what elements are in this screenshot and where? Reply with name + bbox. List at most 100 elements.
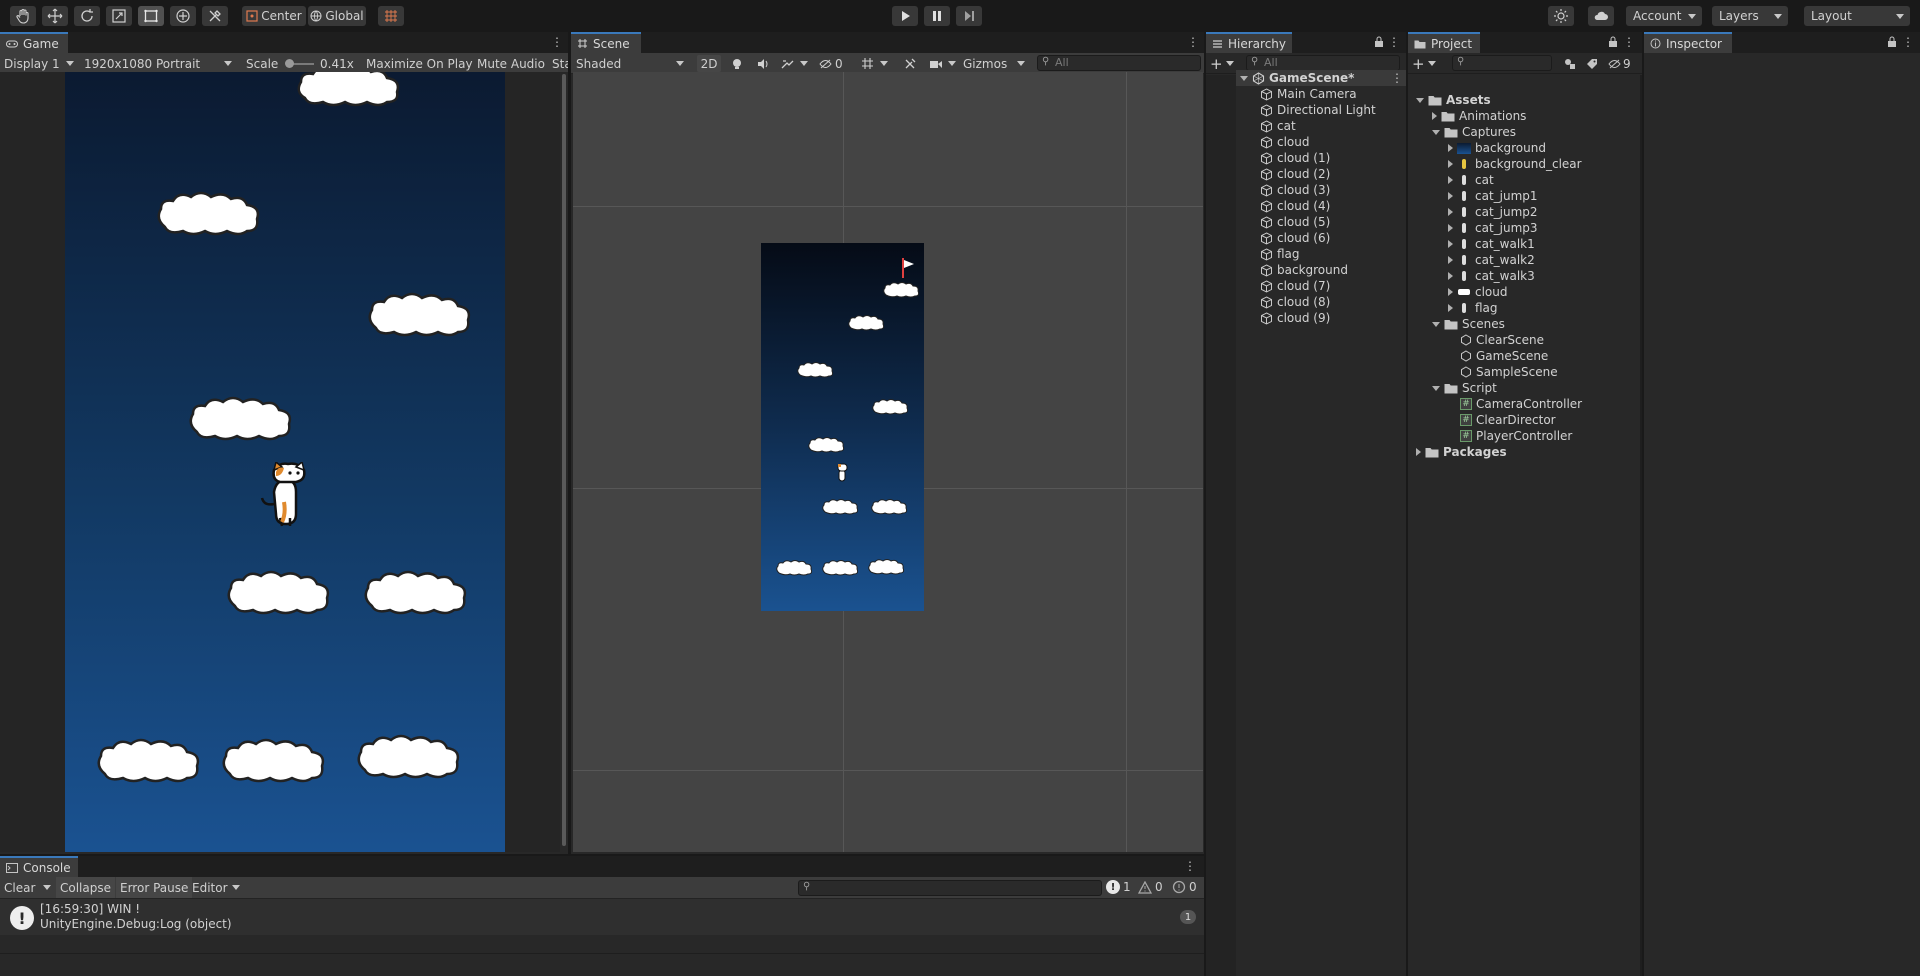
move-tool-button[interactable] xyxy=(42,6,68,26)
hierarchy-item[interactable]: flag xyxy=(1260,246,1300,262)
folder-assets[interactable]: Assets xyxy=(1416,92,1491,108)
fold-arrow-icon[interactable] xyxy=(1416,448,1421,456)
tab-game[interactable]: Game xyxy=(0,32,68,53)
services-button[interactable] xyxy=(1548,6,1574,26)
snap-toggle[interactable] xyxy=(378,6,404,26)
fold-arrow-icon[interactable] xyxy=(1448,224,1453,232)
fold-arrow-icon[interactable] xyxy=(1448,288,1453,296)
audio-toggle[interactable] xyxy=(757,53,769,74)
game-menu-icon[interactable]: ⋮ xyxy=(551,35,563,49)
tools-toggle[interactable] xyxy=(904,53,916,74)
fold-arrow-icon[interactable] xyxy=(1432,129,1440,135)
scene-search-input[interactable]: ⚲ All xyxy=(1037,55,1201,71)
tab-inspector[interactable]: Inspector xyxy=(1644,32,1732,53)
scale-slider-handle[interactable] xyxy=(285,59,294,68)
asset-sprite[interactable]: cloud xyxy=(1448,284,1508,300)
fold-arrow-icon[interactable] xyxy=(1448,208,1453,216)
resolution-dropdown[interactable]: 1920x1080 Portrait xyxy=(84,53,236,74)
fold-arrow-icon[interactable] xyxy=(1448,176,1453,184)
hierarchy-item[interactable]: cloud (7) xyxy=(1260,278,1330,294)
2d-toggle[interactable]: 2D xyxy=(697,55,721,72)
transform-tool-button[interactable] xyxy=(170,6,196,26)
asset-sprite[interactable]: cat_walk1 xyxy=(1448,236,1535,252)
fold-arrow-icon[interactable] xyxy=(1432,385,1440,391)
console-search-input[interactable]: ⚲ xyxy=(798,880,1102,896)
pivot-toggle[interactable]: Center xyxy=(242,6,306,26)
layers-dropdown[interactable]: Layers xyxy=(1712,6,1788,26)
hierarchy-menu-icon[interactable]: ⋮ xyxy=(1388,35,1400,49)
grid-dropdown[interactable] xyxy=(861,53,888,74)
account-dropdown[interactable]: Account xyxy=(1626,6,1702,26)
hierarchy-item[interactable]: Directional Light xyxy=(1260,102,1376,118)
asset-scene[interactable]: ClearScene xyxy=(1448,332,1544,348)
project-search-input[interactable]: ⚲ xyxy=(1452,55,1552,71)
project-menu-icon[interactable]: ⋮ xyxy=(1623,35,1635,49)
lock-icon[interactable] xyxy=(1887,36,1897,48)
folder-captures[interactable]: Captures xyxy=(1432,124,1516,140)
hierarchy-item[interactable]: background xyxy=(1260,262,1348,278)
cloud-button[interactable] xyxy=(1588,6,1614,26)
rect-tool-button[interactable] xyxy=(138,6,164,26)
game-scroll-thumb[interactable] xyxy=(562,74,566,846)
hierarchy-item[interactable]: cat xyxy=(1260,118,1296,134)
tab-hierarchy[interactable]: Hierarchy xyxy=(1206,32,1292,53)
hierarchy-item[interactable]: cloud (2) xyxy=(1260,166,1330,182)
rotate-tool-button[interactable] xyxy=(74,6,100,26)
log-entry[interactable]: ! [16:59:30] WIN ! UnityEngine.Debug:Log… xyxy=(0,899,1204,935)
game-scrollbar[interactable] xyxy=(560,72,568,852)
asset-sprite[interactable]: cat_walk3 xyxy=(1448,268,1535,284)
folder-animations[interactable]: Animations xyxy=(1432,108,1526,124)
hierarchy-item[interactable]: cloud (1) xyxy=(1260,150,1330,166)
lighting-toggle[interactable] xyxy=(731,53,743,74)
asset-scene[interactable]: SampleScene xyxy=(1448,364,1558,380)
play-button[interactable] xyxy=(892,6,918,26)
layout-dropdown[interactable]: Layout xyxy=(1804,6,1910,26)
hierarchy-item[interactable]: cloud xyxy=(1260,134,1310,150)
scene-menu-icon[interactable]: ⋮ xyxy=(1391,71,1403,85)
hierarchy-item[interactable]: Main Camera xyxy=(1260,86,1357,102)
info-count-toggle[interactable]: ! 1 xyxy=(1106,879,1131,895)
search-by-label-button[interactable] xyxy=(1586,53,1598,74)
lock-icon[interactable] xyxy=(1608,36,1618,48)
scene-game-area[interactable] xyxy=(761,243,924,611)
fold-arrow-icon[interactable] xyxy=(1448,272,1453,280)
hierarchy-search-input[interactable]: ⚲ All xyxy=(1246,55,1400,71)
asset-sprite[interactable]: cat_jump3 xyxy=(1448,220,1538,236)
hierarchy-item[interactable]: cloud (6) xyxy=(1260,230,1330,246)
editor-dropdown[interactable]: Editor xyxy=(192,877,240,898)
effects-dropdown[interactable] xyxy=(781,53,808,74)
folder-script[interactable]: Script xyxy=(1432,380,1497,396)
hierarchy-item[interactable]: cloud (8) xyxy=(1260,294,1330,310)
mute-audio-toggle[interactable]: Mute Audio xyxy=(477,53,545,74)
pause-button[interactable] xyxy=(924,6,950,26)
collapse-toggle[interactable]: Collapse xyxy=(56,877,115,898)
asset-sprite[interactable]: cat xyxy=(1448,172,1494,188)
fold-arrow-icon[interactable] xyxy=(1448,256,1453,264)
asset-scene[interactable]: GameScene xyxy=(1448,348,1548,364)
asset-sprite[interactable]: cat_jump2 xyxy=(1448,204,1538,220)
custom-tool-button[interactable] xyxy=(202,6,228,26)
fold-arrow-icon[interactable] xyxy=(1448,192,1453,200)
fold-arrow-icon[interactable] xyxy=(1448,240,1453,248)
asset-sprite[interactable]: background xyxy=(1448,140,1546,156)
clear-button[interactable]: Clear xyxy=(4,877,52,898)
camera-dropdown[interactable] xyxy=(929,53,956,74)
tab-project[interactable]: Project xyxy=(1408,32,1480,53)
asset-script[interactable]: # CameraController xyxy=(1448,396,1582,412)
scene-viewport[interactable] xyxy=(573,72,1203,852)
hand-tool-button[interactable] xyxy=(10,6,36,26)
fold-arrow-icon[interactable] xyxy=(1416,97,1424,103)
console-menu-icon[interactable]: ⋮ xyxy=(1184,859,1196,873)
inspector-menu-icon[interactable]: ⋮ xyxy=(1902,35,1914,49)
tab-console[interactable]: Console xyxy=(0,856,78,877)
scene-menu-icon[interactable]: ⋮ xyxy=(1187,35,1199,49)
hierarchy-item[interactable]: cloud (9) xyxy=(1260,310,1330,326)
game-viewport[interactable] xyxy=(65,72,505,852)
fold-arrow-icon[interactable] xyxy=(1448,144,1453,152)
error-pause-toggle[interactable]: Error Pause xyxy=(116,877,193,898)
folder-packages[interactable]: Packages xyxy=(1416,444,1507,460)
asset-script[interactable]: # ClearDirector xyxy=(1448,412,1556,428)
shading-mode-dropdown[interactable]: Shaded xyxy=(576,53,688,74)
project-add-button[interactable]: + xyxy=(1412,53,1436,74)
fold-arrow-icon[interactable] xyxy=(1448,304,1453,312)
